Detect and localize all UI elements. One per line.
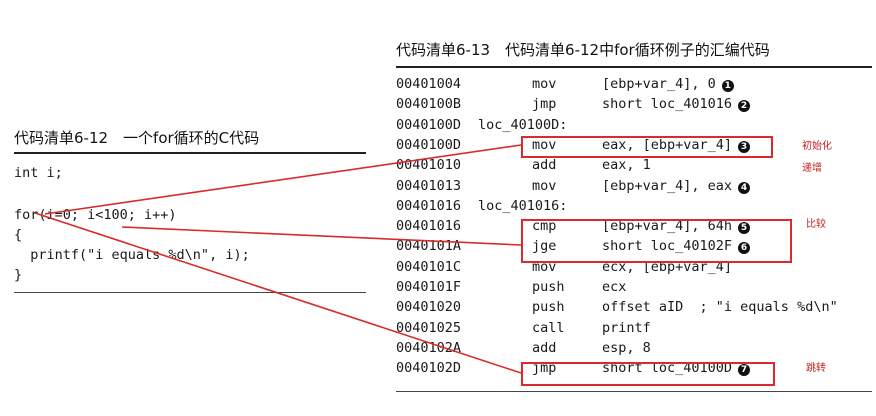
asm-label: loc_40100D:: [478, 116, 568, 133]
right-listing-top-rule: [396, 66, 872, 68]
asm-address: 0040100B: [396, 96, 462, 113]
asm-operands-cell: offset aID ; "i equals %d\n": [602, 297, 838, 317]
c-code-line: for(i=0; i<100; i++): [14, 207, 177, 223]
asm-address: 0040100D: [396, 116, 462, 133]
asm-address: 0040100D: [396, 136, 462, 153]
c-code-line: int i;: [14, 165, 63, 181]
step-marker-icon: 2: [738, 100, 751, 113]
asm-mnemonic: add: [532, 157, 557, 174]
connector-compare: [121, 226, 522, 246]
annotation-compare: 比较: [806, 219, 826, 230]
asm-address: 00401016: [396, 218, 462, 235]
step-marker-icon: 1: [721, 80, 734, 92]
annotation-jump: 跳转: [806, 363, 826, 374]
asm-operands-cell: ecx: [602, 277, 626, 297]
c-code-line: }: [14, 267, 23, 283]
asm-operands-cell: esp, 8: [602, 338, 651, 358]
right-listing-bottom-rule: [396, 391, 872, 392]
asm-address: 0040101C: [396, 258, 462, 275]
asm-address: 00401020: [396, 299, 462, 316]
asm-operands-cell: short loc_401016 2: [602, 94, 751, 114]
asm-operands-cell: [ebp+var_4], 0 1: [602, 74, 734, 94]
asm-operands: eax, 1: [602, 157, 651, 174]
asm-address: 00401004: [396, 76, 462, 92]
annotation-init: 初始化: [802, 141, 832, 152]
asm-operands-cell: printf: [602, 318, 651, 338]
asm-operands: [ebp+var_4], 0: [602, 76, 716, 92]
jump-highlight-box: [521, 362, 775, 386]
right-listing-title: 代码清单6-13 代码清单6-12中for循环例子的汇编代码: [396, 41, 770, 59]
asm-mnemonic: mov: [532, 76, 557, 92]
asm-operands-cell: [ebp+var_4], eax 4: [602, 176, 751, 196]
compare-highlight-box: [521, 219, 792, 263]
asm-operands: ecx: [602, 279, 627, 295]
asm-mnemonic: mov: [532, 177, 557, 194]
asm-address: 00401013: [396, 177, 462, 194]
left-listing-bottom-rule: [14, 292, 366, 293]
asm-label: loc_401016:: [478, 197, 568, 214]
asm-address: 0040101A: [396, 238, 462, 255]
asm-operands: printf: [602, 319, 651, 336]
asm-operands-cell: eax, 1: [602, 155, 651, 175]
asm-address: 0040101F: [396, 279, 462, 295]
asm-mnemonic: add: [532, 339, 557, 356]
asm-address: 00401025: [396, 319, 462, 336]
step-marker-icon: 4: [738, 181, 751, 194]
asm-operands: esp, 8: [602, 339, 651, 356]
left-listing-title: 代码清单6-12 一个for循环的C代码: [14, 129, 260, 147]
asm-mnemonic: push: [532, 279, 565, 295]
asm-address: 0040102A: [396, 339, 462, 356]
asm-mnemonic: jmp: [532, 96, 557, 113]
c-code-line: {: [14, 227, 23, 243]
asm-address: 00401016: [396, 197, 462, 214]
asm-address: 0040102D: [396, 360, 462, 377]
c-code-line: printf("i equals %d\n", i);: [14, 247, 250, 263]
asm-operands: offset aID ; "i equals %d\n": [602, 299, 838, 316]
asm-mnemonic: push: [532, 299, 565, 316]
left-listing-top-rule: [14, 152, 366, 154]
increment-highlight-box: [521, 136, 773, 158]
asm-operands: [ebp+var_4], eax: [602, 177, 733, 194]
asm-mnemonic: call: [532, 319, 565, 336]
annotation-increment: 递增: [802, 163, 822, 174]
asm-operands: short loc_401016: [602, 96, 733, 113]
asm-address: 00401010: [396, 157, 462, 174]
